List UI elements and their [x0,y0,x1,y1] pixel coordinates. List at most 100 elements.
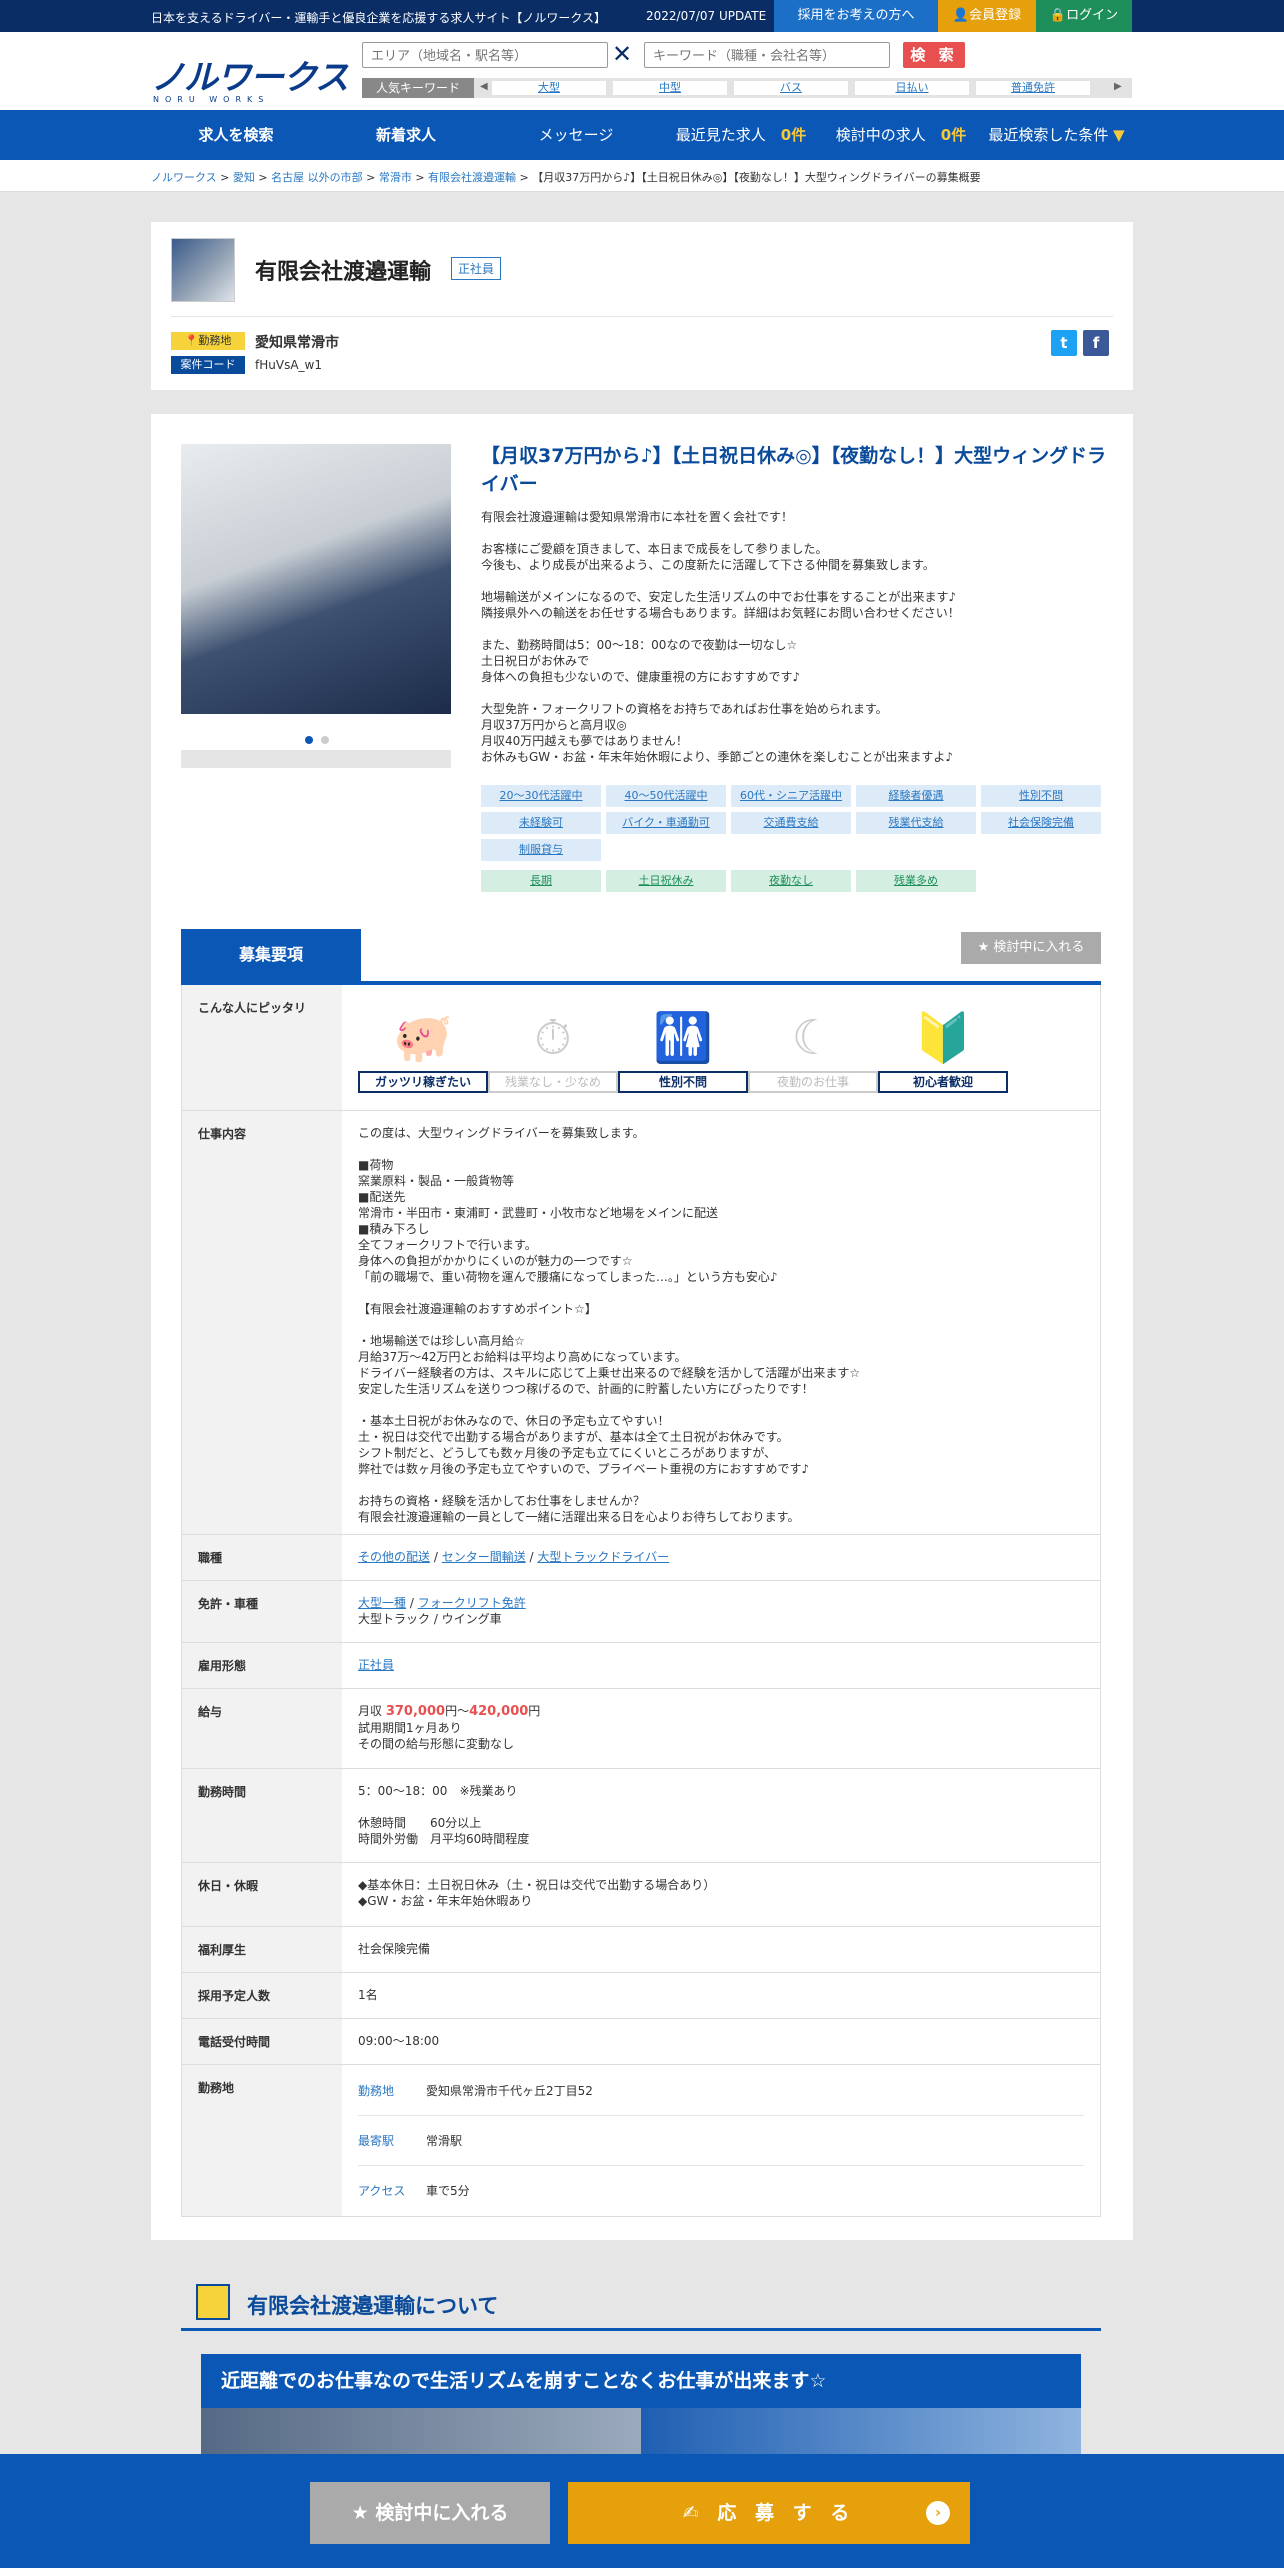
breadcrumb-link[interactable]: 名古屋 以外の市部 [271,171,363,184]
company-card: 有限会社渡邉運輸 正社員 📍勤務地 愛知県常滑市 案件コード fHuVsA_w1… [151,222,1133,390]
breadcrumb: ノルワークス > 愛知 > 名古屋 以外の市部 > 常滑市 > 有限会社渡邉運輸… [0,160,1284,192]
feature-tag[interactable]: 40～50代活躍中 [606,785,726,807]
keyword-chip[interactable]: バス [734,81,848,95]
popular-keywords-label: 人気キーワード [362,78,474,98]
breadcrumb-link[interactable]: 常滑市 [379,171,412,184]
access-value: 車で5分 [426,2184,470,2198]
employment-link[interactable]: 正社員 [358,1658,394,1672]
star-icon: ★ [351,2502,376,2524]
jobtype-link[interactable]: 大型トラックドライバー [537,1550,669,1564]
condition-tag[interactable]: 土日祝休み [606,870,726,892]
facebook-icon[interactable]: f [1083,330,1109,356]
breadcrumb-link[interactable]: 愛知 [233,171,255,184]
condition-tag[interactable]: 残業多め [856,870,976,892]
employment-row: 雇用形態 正社員 [181,1643,1101,1689]
license-link[interactable]: フォークリフト免許 [418,1596,526,1610]
job-photo[interactable] [181,444,451,714]
feature-tag[interactable]: 未経験可 [481,812,601,834]
feature-tag[interactable]: 残業代支給 [856,812,976,834]
breadcrumb-link[interactable]: 有限会社渡邉運輸 [428,171,516,184]
twitter-icon[interactable]: t [1051,330,1077,356]
jobtype-link[interactable]: センター間輸送 [442,1550,526,1564]
carousel-dot[interactable] [305,736,313,744]
nav-considering[interactable]: 検討中の求人 0件 [821,110,981,160]
nav-new-jobs[interactable]: 新着求人 [321,110,491,160]
header: ノルワークス NORU WORKS ✕ 検 索 人気キーワード ◀ 大型 中型 … [0,32,1284,110]
phone-value: 09:00～18:00 [358,2034,440,2048]
place-row: 勤務地 勤務地 愛知県常滑市千代ヶ丘2丁目52 最寄駅 常滑駅 アクセス 車で5分 [181,2065,1101,2217]
login-button[interactable]: 🔒ログイン [1036,0,1132,32]
row-label: 免許・車種 [182,1581,342,1642]
beginner-mark-icon: 🔰 [913,1010,973,1066]
location-label: 📍勤務地 [171,332,245,350]
chevron-right-icon[interactable]: ▶ [1114,81,1122,92]
nav-messages[interactable]: メッセージ [491,110,661,160]
welfare-value: 社会保険完備 [358,1942,431,1956]
tab-requirements[interactable]: 募集要項 [181,929,361,981]
hire-value: 1名 [358,1988,378,2002]
location-value: 愛知県常滑市 [255,335,339,351]
feature-tag[interactable]: バイク・車通勤可 [606,812,726,834]
moon-icon: ☾ [791,1010,835,1066]
keyword-chip[interactable]: 中型 [613,81,727,95]
keyword-chip[interactable]: 大型 [492,81,606,95]
feature-tag[interactable]: 20～30代活躍中 [481,785,601,807]
area-input[interactable] [362,42,608,68]
condition-tag[interactable]: 夜勤なし [731,870,851,892]
row-label: 給与 [182,1689,342,1768]
work-row: 仕事内容 この度は、大型ウィングドライバーを募集致します。 ■荷物 窯業原料・製… [181,1111,1101,1535]
row-label: 仕事内容 [182,1111,342,1534]
license-link[interactable]: 大型一種 [358,1596,406,1610]
about-title: 有限会社渡邉運輸について [247,2294,499,2318]
feature-tag[interactable]: 制服貸与 [481,839,601,861]
search-button[interactable]: 検 索 [903,42,965,68]
hours-row: 勤務時間 5：00～18：00 ※残業あり 休憩時間 60分以上 時間外労働 月… [181,1769,1101,1863]
top-bar: 日本を支えるドライバー・運輸手と優良企業を応援する求人サイト【ノルワークス】 2… [0,0,1284,32]
row-label: 福利厚生 [182,1927,342,1972]
breadcrumb-link[interactable]: ノルワークス [151,171,217,184]
feature-tag[interactable]: 60代・シニア活躍中 [731,785,851,807]
chevron-left-icon[interactable]: ◀ [480,81,488,92]
user-icon: 👤 [952,8,970,23]
fit-item: 🔰 初心者歓迎 [878,1005,1008,1093]
pin-icon: 📍 [184,334,199,347]
fit-item: 🐖 ガッツリ稼ぎたい [358,1005,488,1093]
popular-keywords-bar: 人気キーワード ◀ 大型 中型 バス 日払い 普通免許 ▶ [362,78,1132,98]
feature-tag[interactable]: 交通費支給 [731,812,851,834]
jobtype-link[interactable]: その他の配送 [358,1550,430,1564]
keyword-chip[interactable]: 普通免許 [976,81,1090,95]
code-label: 案件コード [171,356,245,374]
feature-tag[interactable]: 社会保険完備 [981,812,1101,834]
nav-search-jobs[interactable]: 求人を検索 [151,110,321,160]
nav-recent-search[interactable]: 最近検索した条件 ▼ [981,110,1132,160]
holiday-row: 休日・休暇 ◆基本休日：土日祝日休み（土・祝日は交代で出勤する場合あり） ◆GW… [181,1863,1101,1927]
add-favorite-button[interactable]: ★ 検討中に入れる [961,932,1101,964]
carousel-dot[interactable] [321,736,329,744]
register-button[interactable]: 👤会員登録 [938,0,1036,32]
fit-item: 🚻 性別不問 [618,1005,748,1093]
chevron-down-icon: ▼ [1113,126,1125,144]
holiday-value: ◆基本休日：土日祝日休み（土・祝日は交代で出勤する場合あり） ◆GW・お盆・年末… [358,1878,716,1908]
building-icon [196,2284,230,2320]
carousel-thumbs [181,750,451,768]
footer-favorite-button[interactable]: ★ 検討中に入れる [310,2482,550,2544]
keyword-chip[interactable]: 日払い [855,81,969,95]
nav-recently-viewed[interactable]: 最近見た求人 0件 [661,110,821,160]
row-label: 電話受付時間 [182,2019,342,2064]
salary-row: 給与 月収 370,000円～420,000円 試用期間1ヶ月あり その間の給与形… [181,1689,1101,1769]
feature-tag[interactable]: 経験者優遇 [856,785,976,807]
station-value: 常滑駅 [426,2134,463,2148]
keyword-input[interactable] [644,42,890,68]
employer-link[interactable]: 採用をお考えの方へ [774,0,938,32]
feature-tag[interactable]: 性別不問 [981,785,1101,807]
condition-tag[interactable]: 長期 [481,870,601,892]
fit-item: ⏱ 残業なし・少なめ [488,1005,618,1093]
about-photo [201,2408,641,2454]
people-icon: 🚻 [653,1010,713,1066]
employment-badge: 正社員 [451,257,502,280]
hire-row: 採用予定人数 1名 [181,1973,1101,2019]
company-name: 有限会社渡邉運輸 [255,260,432,285]
stopwatch-icon: ⏱ [534,1010,572,1066]
site-logo[interactable]: ノルワークス [151,50,349,99]
apply-button[interactable]: ✍ 応 募 す る › [568,2482,970,2544]
